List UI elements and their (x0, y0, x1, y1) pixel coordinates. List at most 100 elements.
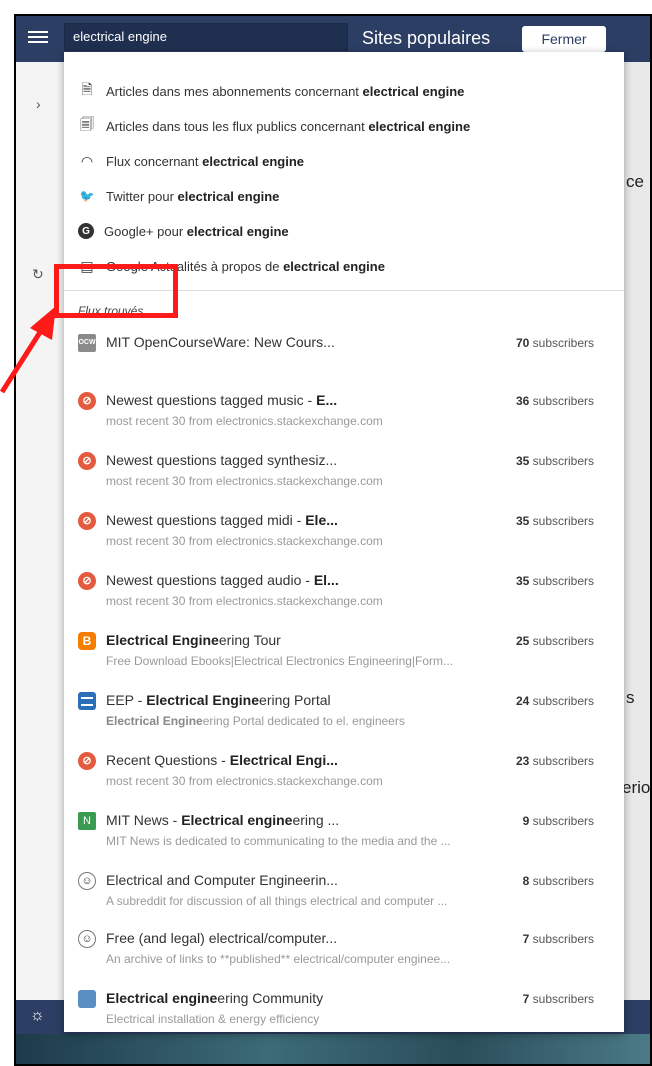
feed-result-row[interactable]: ⊘ Newest questions tagged music - E... 36 … (64, 388, 624, 444)
suggestion-prefix: Flux concernant (106, 153, 203, 169)
suggestion-item[interactable]: ◠ Flux concernant electrical engine (64, 144, 624, 178)
suggestion-item[interactable]: 🗐 Articles dans tous les flux publics con… (64, 109, 624, 143)
hamburger-menu-icon[interactable] (28, 28, 48, 48)
feed-result-row[interactable]: EEP - Electrical Engineering Portal 24 su… (64, 688, 624, 744)
feed-title-part: Free (and legal) electrical/computer... (106, 930, 338, 946)
feed-title: Recent Questions - Electrical Engi... (106, 752, 338, 768)
feed-result-row[interactable]: ☺ Electrical and Computer Engineerin... 8 … (64, 868, 624, 924)
reddit-icon: ☺ (78, 872, 96, 890)
suggestion-term: electrical engine (283, 258, 385, 274)
feed-result-row[interactable]: OCW MIT OpenCourseWare: New Cours... 70 su… (64, 330, 624, 386)
suggestion-prefix: Articles dans tous les flux publics conc… (106, 118, 369, 134)
feed-result-row[interactable]: ☺ Free (and legal) electrical/computer...… (64, 926, 624, 982)
feed-title: Electrical Engineering Tour (106, 632, 281, 648)
subscriber-count: 35 subscribers (516, 574, 594, 588)
popular-sites-link[interactable]: Sites populaires (362, 28, 490, 49)
suggestion-prefix: Google+ pour (104, 223, 187, 239)
feed-result-row[interactable]: Electrical engineering Community 7 subscr… (64, 986, 624, 1032)
twitter-icon: 🐦 (79, 189, 95, 203)
feed-description-text: MIT News is dedicated to communicating t… (106, 834, 451, 848)
subscriber-unit: subscribers (529, 634, 594, 648)
feed-result-row[interactable]: ⊘ Recent Questions - Electrical Engi... 23… (64, 748, 624, 804)
suggestion-item[interactable]: 🗎 Articles dans mes abonnements concernan… (64, 74, 624, 108)
feed-title-highlight: Electrical engine (181, 812, 293, 828)
feed-title-part: ering ... (292, 812, 340, 828)
feed-result-row[interactable]: ⊘ Newest questions tagged midi - Ele... 35… (64, 508, 624, 564)
feed-description: most recent 30 from electronics.stackexc… (106, 474, 383, 488)
feed-title: Newest questions tagged music - E... (106, 392, 337, 408)
subscriber-count: 8 subscribers (523, 874, 594, 888)
suggestion-prefix: Articles dans mes abonnements concernant (106, 83, 363, 99)
feed-result-row[interactable]: ⊘ Newest questions tagged synthesiz... 35 … (64, 448, 624, 504)
rss-icon: ◠ (80, 152, 94, 169)
subscriber-unit: subscribers (529, 694, 594, 708)
suggestion-label: Articles dans mes abonnements concernant… (106, 84, 464, 99)
subscriber-unit: subscribers (529, 336, 594, 350)
subscriber-number: 36 (515, 394, 530, 408)
suggestion-term: electrical engine (362, 83, 465, 99)
feed-result-row[interactable]: N MIT News - Electrical engineering ... 9 … (64, 808, 624, 864)
suggestion-item[interactable]: G Google+ pour electrical engine (64, 214, 624, 248)
close-button[interactable]: Fermer (522, 26, 606, 52)
stackexchange-icon: ⊘ (78, 752, 96, 770)
feed-title-part: EEP - (106, 692, 147, 708)
subscriber-unit: subscribers (529, 992, 594, 1006)
suggestion-prefix: Twitter pour (106, 188, 178, 204)
feed-title-part: Newest questions tagged synthesiz... (106, 452, 338, 468)
screenshot-stage: › ↻ ce s erior ☼ electrical engine Sites… (0, 0, 652, 1066)
feed-description: most recent 30 from electronics.stackexc… (106, 774, 383, 788)
feed-title-highlight: Ele... (305, 512, 338, 528)
feed-description: most recent 30 from electronics.stackexc… (106, 414, 383, 428)
suggestion-label: Google+ pour electrical engine (104, 224, 289, 239)
feed-description-text: ering Portal dedicated to el. engineers (202, 714, 405, 728)
feed-title-part: Electrical and Computer Engineerin... (106, 872, 338, 888)
subscriber-count: 9 subscribers (523, 814, 594, 828)
search-input[interactable]: electrical engine (64, 23, 348, 51)
feed-title-highlight: Electrical Engi... (229, 752, 338, 768)
subscriber-number: 35 (515, 514, 530, 528)
documents-icon: 🗐 (80, 116, 94, 132)
stackexchange-icon: ⊘ (78, 392, 96, 410)
subscriber-unit: subscribers (529, 754, 594, 768)
feed-title-part: Newest questions tagged midi - (106, 512, 306, 528)
feed-title: Electrical engineering Community (106, 990, 323, 1006)
subscriber-number: 70 (515, 336, 530, 350)
background-photo (16, 1034, 650, 1064)
background-sidebar: › ↻ (16, 62, 64, 1016)
feed-title: Newest questions tagged midi - Ele... (106, 512, 338, 528)
subscriber-count: 23 subscribers (516, 754, 594, 768)
suggestion-label: Articles dans tous les flux publics conc… (106, 119, 470, 134)
background-text-fragment: ce (626, 172, 644, 191)
brightness-icon[interactable]: ☼ (30, 1007, 48, 1025)
feed-title-part: MIT News - (106, 812, 182, 828)
feed-result-row[interactable]: ⊘ Newest questions tagged audio - El... 35… (64, 568, 624, 624)
subscriber-count: 70 subscribers (516, 336, 594, 350)
feed-description-highlight: Electrical Engine (106, 714, 203, 728)
feed-result-row[interactable]: B Electrical Engineering Tour 25 subscribe… (64, 628, 624, 684)
search-suggestions-dropdown: 🗎 Articles dans mes abonnements concernan… (64, 52, 624, 1032)
stackexchange-icon: ⊘ (78, 512, 96, 530)
feed-description: most recent 30 from electronics.stackexc… (106, 534, 383, 548)
subscriber-number: 24 (515, 694, 530, 708)
subscriber-number: 35 (515, 454, 530, 468)
reddit-icon: ☺ (78, 930, 96, 948)
feed-description-text: A subreddit for discussion of all things… (106, 894, 448, 908)
feed-title-highlight: E... (316, 392, 338, 408)
feed-title-highlight: Electrical engine (106, 990, 218, 1006)
feed-title: Free (and legal) electrical/computer... (106, 930, 337, 946)
feed-description-text: most recent 30 from electronics.stackexc… (106, 594, 383, 608)
google-plus-icon: G (78, 223, 94, 239)
feed-description-text: An archive of links to **published** ele… (106, 952, 451, 966)
subscriber-unit: subscribers (529, 394, 594, 408)
feed-title: Newest questions tagged audio - El... (106, 572, 339, 588)
suggestion-item[interactable]: 🐦 Twitter pour electrical engine (64, 179, 624, 213)
suggestion-label: Flux concernant electrical engine (106, 154, 304, 169)
app-window: › ↻ ce s erior ☼ electrical engine Sites… (14, 14, 652, 1066)
suggestion-term: electrical engine (368, 118, 471, 134)
subscriber-number: 35 (515, 574, 530, 588)
feed-title: Electrical and Computer Engineerin... (106, 872, 338, 888)
feed-description: Free Download Ebooks|Electrical Electron… (106, 654, 453, 668)
subscriber-unit: subscribers (529, 574, 594, 588)
subscriber-unit: subscribers (529, 514, 594, 528)
feed-description-text: most recent 30 from electronics.stackexc… (106, 774, 383, 788)
